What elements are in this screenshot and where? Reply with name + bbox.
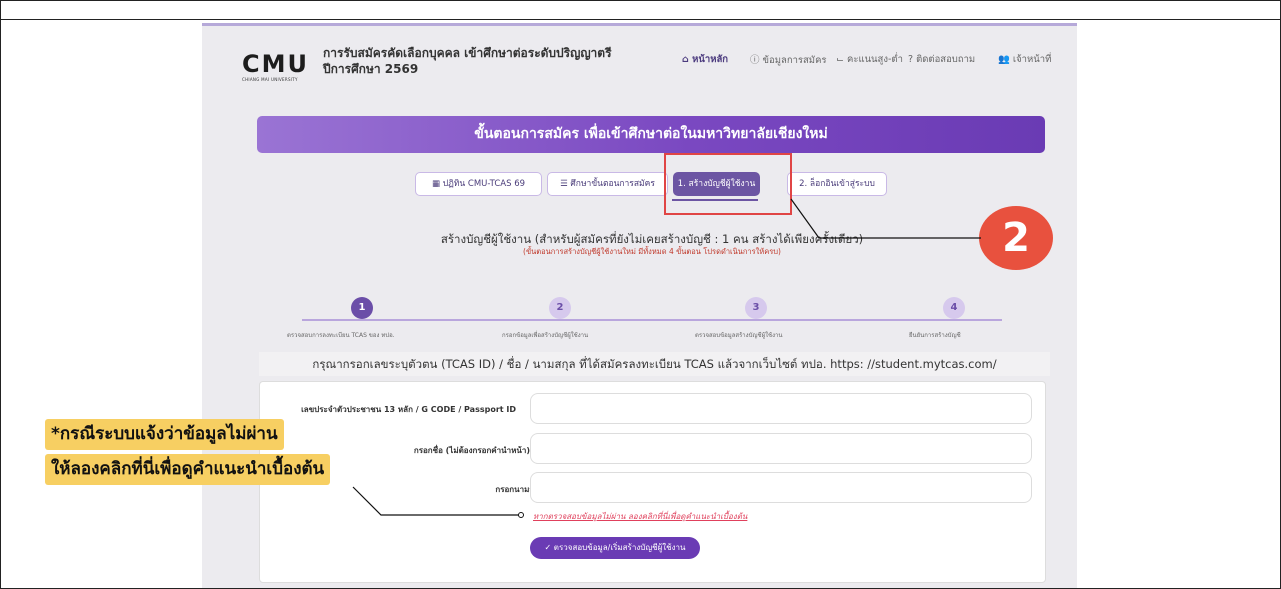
note-line-2: ให้ลองคลิกที่นี่เพื่อดูคำแนะนำเบื้องต้น: [45, 454, 331, 485]
tutorial-frame: CMU CHIANG MAI UNIVERSITY การรับสมัครคัด…: [0, 0, 1281, 589]
note-leader-dot: [518, 512, 524, 518]
badge-leader-line: [790, 198, 981, 239]
note-callout: *กรณีระบบแจ้งว่าข้อมูลไม่ผ่าน ให้ลองคลิก…: [45, 419, 395, 489]
note-line-1: *กรณีระบบแจ้งว่าข้อมูลไม่ผ่าน: [45, 419, 284, 450]
note-leader-line: [352, 486, 521, 516]
annotation-leader-lines: [352, 198, 981, 518]
